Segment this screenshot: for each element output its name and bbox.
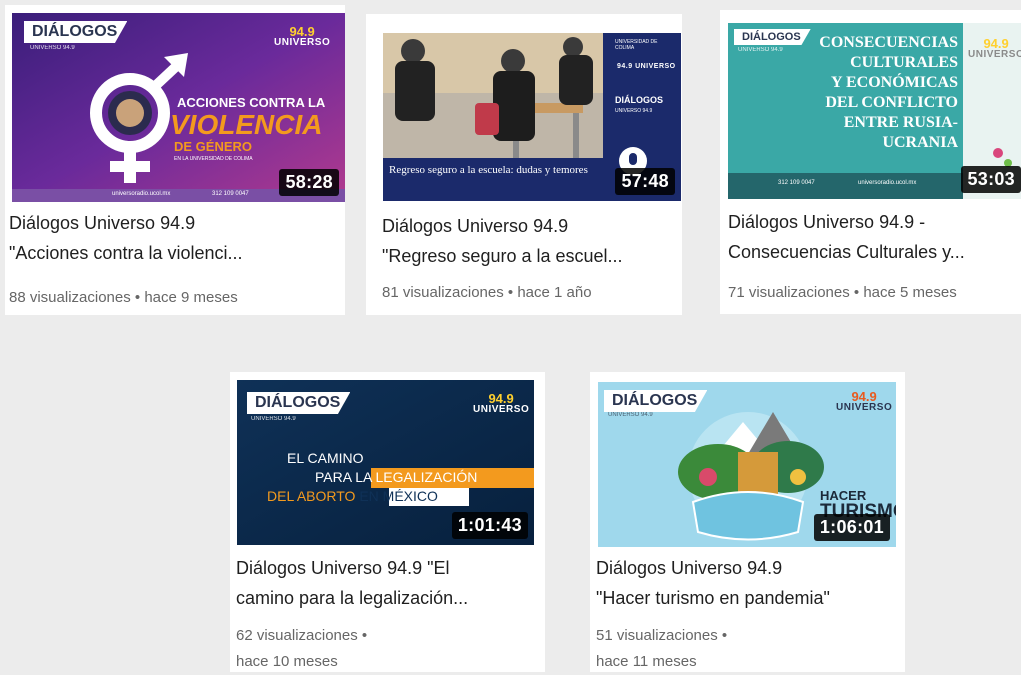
- logo-word: UNIVERSO: [274, 37, 331, 48]
- thumb-line-4: EN LA UNIVERSIDAD DE COLIMA: [174, 156, 253, 162]
- badge-subtitle: UNIVERSO 94.9: [608, 412, 653, 418]
- video-duration: 57:48: [615, 168, 675, 195]
- video-title[interactable]: Diálogos Universo 94.9 "Regreso seguro a…: [382, 211, 678, 271]
- video-thumbnail[interactable]: DIÁLOGOS UNIVERSO 94.9 94.9 UNIVERSO ACC…: [12, 13, 345, 202]
- video-thumbnail[interactable]: UNIVERSIDAD DE COLIMA 94.9 UNIVERSO DIÁL…: [383, 33, 681, 201]
- dialogos-badge: DIÁLOGOS: [24, 21, 128, 43]
- video-card[interactable]: DIÁLOGOS UNIVERSO 94.9 CONSECUENCIAS CUL…: [720, 10, 1021, 314]
- dialogos-badge: DIÁLOGOS: [247, 392, 351, 414]
- logo-word: UNIVERSO: [473, 404, 530, 415]
- video-duration: 1:06:01: [813, 514, 890, 541]
- thumb-heading: CONSECUENCIAS CULTURALES Y ECONÓMICAS DE…: [819, 34, 958, 151]
- universo-logo: 94.9 UNIVERSO: [473, 392, 529, 415]
- video-duration: 53:03: [961, 166, 1021, 193]
- thumb-phone: 312 109 0047: [778, 180, 815, 186]
- video-title[interactable]: Diálogos Universo 94.9 "Acciones contra …: [9, 208, 339, 268]
- thumb-line-1: ACCIONES CONTRA LA: [177, 95, 326, 110]
- video-card[interactable]: DIÁLOGOS UNIVERSO 94.9 94.9 UNIVERSO EL …: [230, 372, 545, 672]
- thumb-line-3: DEL ABORTO EN MÉXICO: [267, 488, 438, 504]
- video-duration: 58:28: [279, 169, 339, 196]
- video-card[interactable]: DIÁLOGOS UNIVERSO 94.9 94.9 UNIVERSO ACC…: [5, 5, 345, 315]
- side-dialogos: DIÁLOGOS: [615, 95, 664, 105]
- video-meta: 81 visualizaciones • hace 1 año: [382, 284, 592, 301]
- universo-logo: 94.9 UNIVERSO: [274, 25, 330, 48]
- badge-subtitle: UNIVERSO 94.9: [30, 45, 75, 51]
- video-thumbnail[interactable]: DIÁLOGOS UNIVERSO 94.9 94.9 UNIVERSO EL …: [237, 380, 534, 545]
- video-meta: 51 visualizaciones • hace 11 meses: [596, 627, 728, 670]
- video-title[interactable]: Diálogos Universo 94.9 - Consecuencias C…: [728, 207, 1021, 267]
- video-title[interactable]: Diálogos Universo 94.9 "Hacer turismo en…: [596, 553, 901, 613]
- video-meta: 88 visualizaciones • hace 9 meses: [9, 289, 238, 306]
- video-meta: 71 visualizaciones • hace 5 meses: [728, 284, 957, 301]
- logo-word: UNIVERSO: [968, 49, 1021, 60]
- thumb-line-2a: PARA LA: [315, 469, 376, 485]
- thumb-line-3a: DEL ABORTO: [267, 488, 360, 504]
- video-title[interactable]: Diálogos Universo 94.9 "El camino para l…: [236, 553, 536, 613]
- side-university: UNIVERSIDAD DE COLIMA: [615, 39, 658, 51]
- thumb-line-2: PARA LA LEGALIZACIÓN: [315, 469, 477, 485]
- badge-subtitle: UNIVERSO 94.9: [738, 47, 783, 53]
- video-thumbnail[interactable]: DIÁLOGOS UNIVERSO 94.9 CONSECUENCIAS CUL…: [728, 23, 1021, 199]
- thumb-line-1: EL CAMINO: [287, 450, 364, 466]
- thumb-caption: Regreso seguro a la escuela: dudas y tem…: [389, 164, 588, 176]
- video-meta: 62 visualizaciones • hace 10 meses: [236, 627, 368, 670]
- thumb-line-2b: LEGALIZACIÓN: [375, 469, 478, 485]
- thumb-line-3: DE GÉNERO: [174, 139, 253, 154]
- video-thumbnail[interactable]: DIÁLOGOS UNIVERSO 94.9 94.9 UNIVERSO HAC…: [598, 382, 896, 547]
- universo-logo: 94.9 UNIVERSO: [968, 37, 1021, 60]
- dialogos-badge: DIÁLOGOS: [604, 390, 708, 412]
- badge-subtitle: UNIVERSO 94.9: [251, 416, 296, 422]
- logo-word: UNIVERSO: [836, 402, 893, 413]
- thumb-line-2: VIOLENCIA: [170, 109, 323, 140]
- video-duration: 1:01:43: [451, 512, 528, 539]
- thumb-phone: 312 109 0047: [212, 191, 249, 197]
- thumb-line-3b: EN MÉXICO: [359, 488, 438, 504]
- video-card[interactable]: UNIVERSIDAD DE COLIMA 94.9 UNIVERSO DIÁL…: [366, 14, 682, 315]
- thumb-footer: universoradio.ucol.mx: [112, 191, 171, 197]
- thumb-footer: universoradio.ucol.mx: [858, 180, 917, 186]
- video-card[interactable]: DIÁLOGOS UNIVERSO 94.9 94.9 UNIVERSO HAC…: [590, 372, 905, 672]
- side-logo-text: 94.9 UNIVERSO: [617, 63, 676, 70]
- side-logo: 94.9 UNIVERSO: [617, 63, 676, 70]
- universo-logo: 94.9 UNIVERSO: [836, 390, 892, 413]
- side-universo: UNIVERSO 94.9: [615, 108, 653, 114]
